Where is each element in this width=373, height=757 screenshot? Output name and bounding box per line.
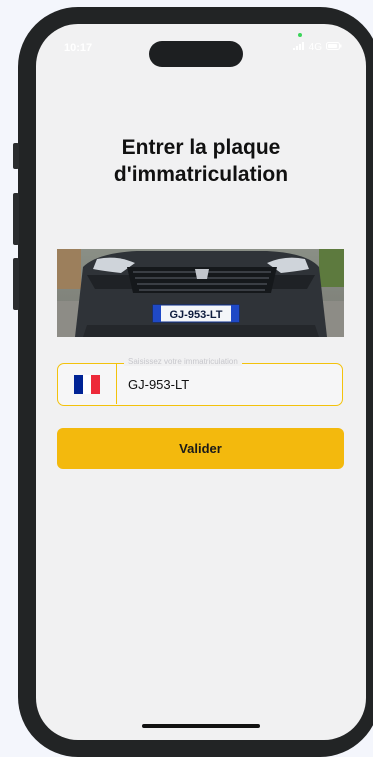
page-title-line-1: Entrer la plaque: [121, 136, 281, 159]
network-label: 4G: [308, 42, 322, 53]
mute-switch: [13, 143, 19, 169]
page-title: Entrer la plaque d'immatriculation: [36, 134, 366, 188]
app-screen: 10:17 4G Entrer la plaque d'immatriculat…: [36, 24, 366, 740]
volume-up-button: [13, 193, 19, 245]
france-flag-icon: [74, 374, 101, 394]
plate-input[interactable]: [128, 364, 328, 404]
page-title-line-2: d'immatriculation: [113, 163, 289, 186]
home-indicator[interactable]: [142, 724, 260, 728]
plate-field[interactable]: Saisissez votre immatriculation: [57, 357, 343, 406]
status-time: 10:17: [64, 42, 93, 54]
car-front-illustration: GJ-953-LT: [57, 249, 344, 337]
car-photo: GJ-953-LT: [57, 249, 344, 337]
camera-indicator-dot: [298, 33, 302, 37]
status-icons: 4G: [292, 42, 342, 53]
battery-icon: [326, 42, 342, 53]
volume-down-button: [13, 258, 19, 310]
submit-button[interactable]: Valider: [57, 428, 344, 469]
dynamic-island: [149, 41, 243, 67]
signal-icon: [292, 42, 305, 53]
car-plate-text: GJ-953-LT: [170, 309, 223, 321]
country-selector[interactable]: [58, 364, 117, 404]
